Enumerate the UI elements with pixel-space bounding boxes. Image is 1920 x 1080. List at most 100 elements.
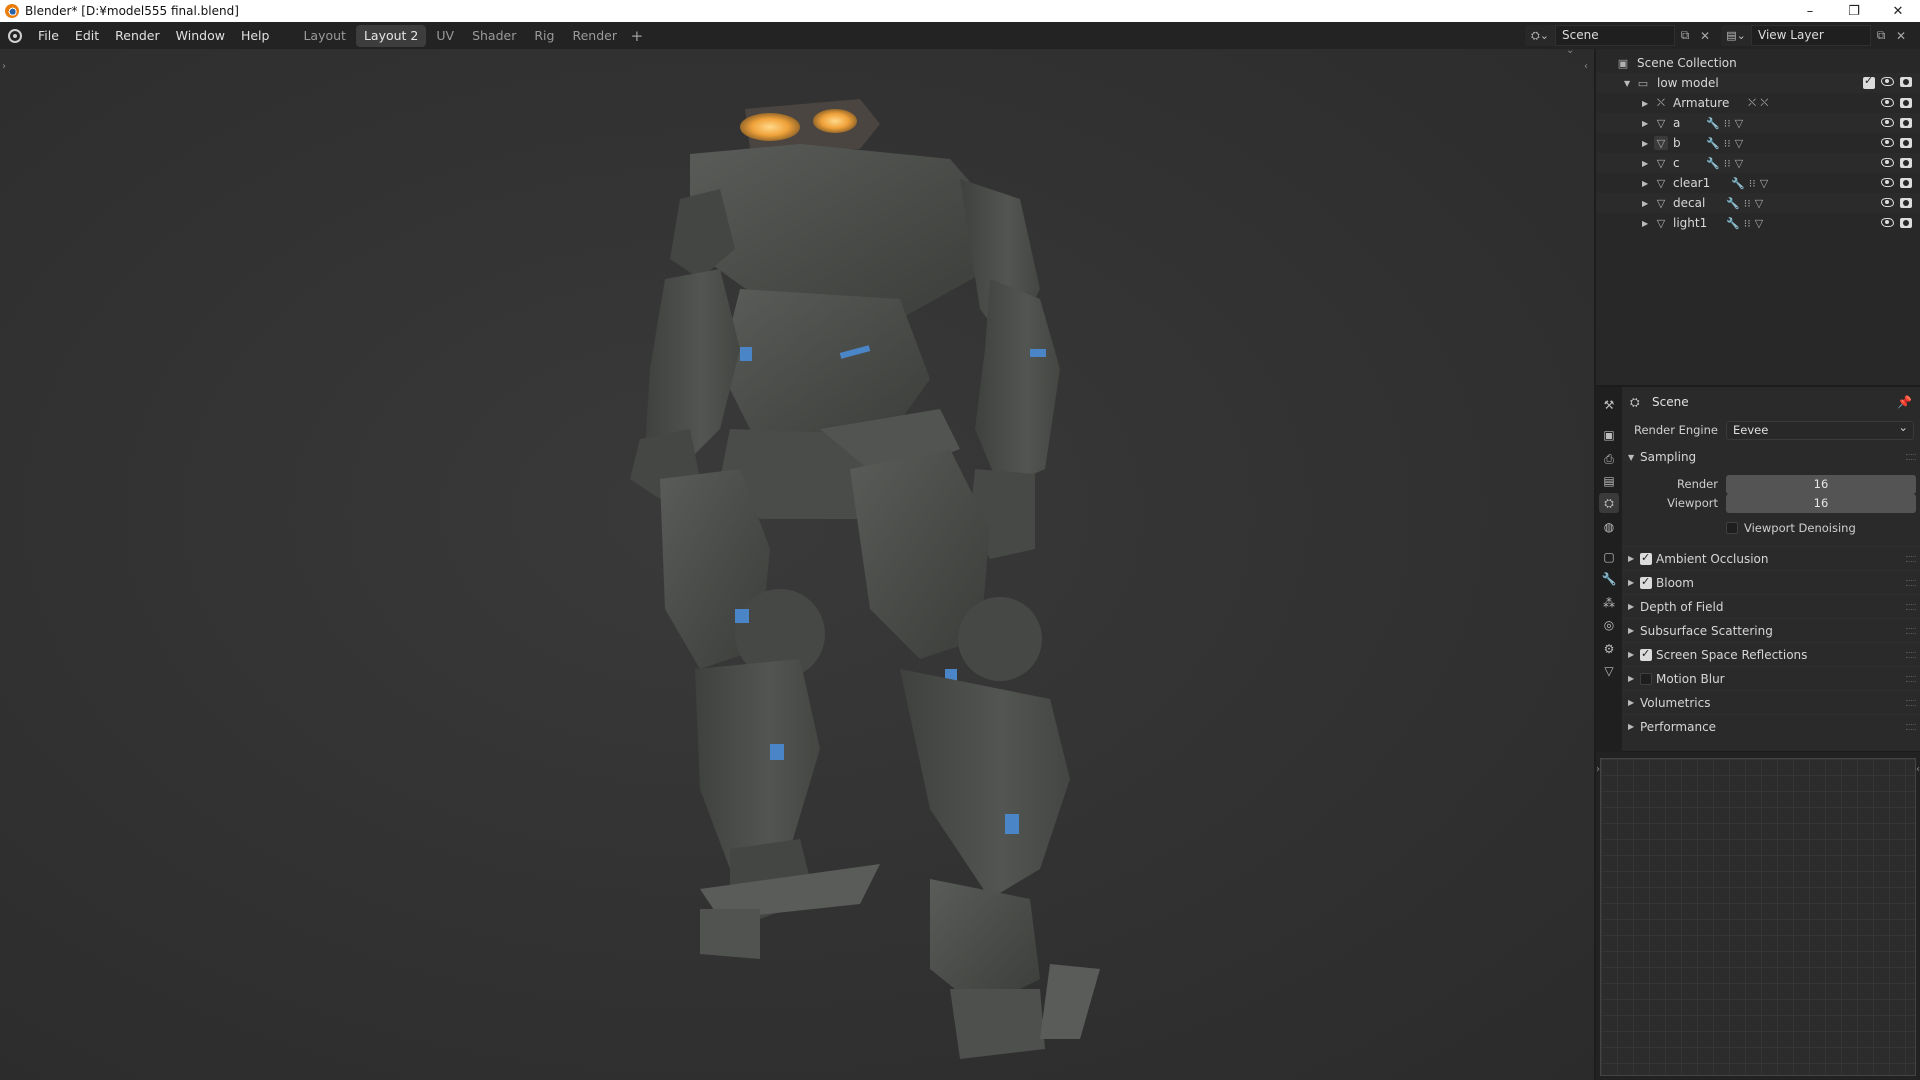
expand-triangle-icon[interactable]: ▶ (1628, 626, 1634, 635)
editor-grid[interactable] (1600, 758, 1916, 1076)
camera-icon[interactable] (1900, 158, 1912, 168)
menu-window[interactable]: Window (168, 25, 233, 47)
render-samples-field[interactable]: 16 (1726, 474, 1916, 494)
expand-triangle-icon[interactable]: ▶ (1642, 159, 1648, 168)
panel-grip-icon[interactable] (1906, 651, 1916, 658)
modifier-wrench-icon[interactable]: 🔧 (1599, 569, 1619, 589)
outliner-row-object[interactable]: ▶ ▽ light1 🔧 ⁝⁝ ▽ (1596, 213, 1920, 233)
new-scene-icon[interactable]: ⧉ (1675, 25, 1695, 46)
outliner-row-object[interactable]: ▶ ▽ c 🔧 ⁝⁝ ▽ (1596, 153, 1920, 173)
vertex-groups-icon[interactable]: ⁝⁝ (1724, 137, 1731, 150)
camera-icon[interactable] (1900, 198, 1912, 208)
render-tab-icon[interactable]: ▣ (1599, 425, 1619, 445)
pose-icon[interactable]: ⛌ (1748, 96, 1756, 110)
expand-triangle-icon[interactable]: ▶ (1628, 674, 1634, 683)
minimize-button[interactable]: – (1788, 0, 1832, 22)
restore-button[interactable]: ❐ (1832, 0, 1876, 22)
expand-triangle-icon[interactable]: ▶ (1642, 179, 1648, 188)
outliner-row-object[interactable]: ▶ ▽ decal 🔧 ⁝⁝ ▽ (1596, 193, 1920, 213)
menu-render[interactable]: Render (107, 25, 168, 47)
panel-grip-icon[interactable] (1906, 555, 1916, 562)
image-editor[interactable]: › ‹ (1596, 752, 1920, 1080)
outliner-row-collection[interactable]: ▼ ▭ low model (1596, 73, 1920, 93)
viewport-samples-field[interactable]: 16 (1726, 493, 1916, 513)
outliner-row-object[interactable]: ▶ ▽ a 🔧 ⁝⁝ ▽ (1596, 113, 1920, 133)
tool-tab-icon[interactable]: ⚒ (1599, 395, 1619, 415)
expand-triangle-icon[interactable]: ▼ (1624, 79, 1630, 88)
panel-grip-icon[interactable] (1906, 699, 1916, 706)
scene-name-field[interactable]: Scene (1555, 25, 1675, 46)
panel-motion-blur[interactable]: ▶ Motion Blur (1622, 666, 1920, 690)
panel-depth-of-field[interactable]: ▶ Depth of Field (1622, 594, 1920, 618)
wrench-icon[interactable]: 🔧 (1726, 197, 1740, 210)
mesh-data-icon[interactable]: ▽ (1735, 117, 1743, 130)
vertex-groups-icon[interactable]: ⁝⁝ (1744, 217, 1751, 230)
mesh-data-icon[interactable]: ▽ (1755, 197, 1763, 210)
particles-tab-icon[interactable]: ⁂ (1599, 593, 1619, 613)
panel-bloom[interactable]: ▶ Bloom (1622, 570, 1920, 594)
expand-triangle-icon[interactable]: ▶ (1628, 602, 1634, 611)
world-tab-icon[interactable]: ◍ (1599, 517, 1619, 537)
panel-ambient-occlusion[interactable]: ▶ Ambient Occlusion (1622, 546, 1920, 570)
constraints-tab-icon[interactable]: ⚙ (1599, 639, 1619, 659)
panel-grip-icon[interactable] (1906, 454, 1916, 460)
panel-grip-icon[interactable] (1906, 579, 1916, 586)
outliner-row-object[interactable]: ▶ ▽ clear1 🔧 ⁝⁝ ▽ (1596, 173, 1920, 193)
camera-icon[interactable] (1900, 218, 1912, 228)
tab-shader[interactable]: Shader (464, 25, 524, 47)
view-layer-field[interactable]: View Layer (1751, 25, 1871, 46)
eye-icon[interactable] (1881, 138, 1894, 147)
menu-help[interactable]: Help (233, 25, 278, 47)
exclude-checkbox[interactable] (1863, 74, 1875, 89)
panel-grip-icon[interactable] (1906, 723, 1916, 730)
expand-triangle-icon[interactable]: ▶ (1642, 139, 1648, 148)
render-engine-dropdown[interactable]: Eevee (1726, 419, 1914, 440)
data-tab-icon[interactable]: ▽ (1599, 661, 1619, 681)
collapse-triangle-icon[interactable]: ▼ (1628, 453, 1634, 462)
vertex-groups-icon[interactable]: ⁝⁝ (1744, 197, 1751, 210)
mesh-data-icon[interactable]: ▽ (1735, 157, 1743, 170)
tab-rig[interactable]: Rig (526, 25, 562, 47)
menu-file[interactable]: File (30, 25, 67, 47)
vertex-groups-icon[interactable]: ⁝⁝ (1724, 117, 1731, 130)
camera-icon[interactable] (1900, 178, 1912, 188)
motion-blur-checkbox[interactable] (1640, 672, 1652, 685)
panel-grip-icon[interactable] (1906, 627, 1916, 634)
wrench-icon[interactable]: 🔧 (1731, 177, 1745, 190)
pin-icon[interactable]: 📌 (1897, 395, 1912, 409)
mesh-data-icon[interactable]: ▽ (1760, 177, 1768, 190)
expand-triangle-icon[interactable]: ▶ (1642, 99, 1648, 108)
wrench-icon[interactable]: 🔧 (1726, 217, 1740, 230)
expand-triangle-icon[interactable]: ▶ (1628, 698, 1634, 707)
tab-uv[interactable]: UV (428, 25, 462, 47)
output-tab-icon[interactable]: ⎙ (1599, 449, 1619, 469)
scene-browse-icon[interactable]: ⛭⌄ (1525, 25, 1555, 46)
toolbar-expand-icon[interactable]: › (1596, 764, 1600, 775)
vertex-groups-icon[interactable]: ⁝⁝ (1749, 177, 1756, 190)
expand-triangle-icon[interactable]: ▶ (1642, 119, 1648, 128)
viewport-denoising-checkbox[interactable] (1726, 522, 1738, 534)
eye-icon[interactable] (1881, 98, 1894, 107)
outliner-row-object[interactable]: ▶ ▽ b 🔧 ⁝⁝ ▽ (1596, 133, 1920, 153)
ambient-occlusion-checkbox[interactable] (1640, 551, 1652, 565)
tab-layout-2[interactable]: Layout 2 (355, 24, 427, 47)
outliner-row-scene-collection[interactable]: ▣ Scene Collection (1596, 53, 1920, 73)
3d-viewport[interactable]: › ‹ ⌄ (0, 49, 1594, 1080)
wrench-icon[interactable]: 🔧 (1706, 137, 1720, 150)
delete-view-layer-icon[interactable]: ✕ (1891, 25, 1911, 46)
sampling-panel-header[interactable]: ▼ Sampling (1622, 445, 1920, 469)
tab-layout[interactable]: Layout (295, 25, 354, 47)
bloom-checkbox[interactable] (1640, 575, 1652, 589)
scene-tab-icon[interactable]: ⛭ (1599, 493, 1619, 513)
menu-edit[interactable]: Edit (67, 25, 107, 47)
camera-icon[interactable] (1900, 77, 1912, 87)
delete-scene-icon[interactable]: ✕ (1695, 25, 1715, 46)
expand-triangle-icon[interactable]: ▶ (1642, 199, 1648, 208)
camera-icon[interactable] (1900, 118, 1912, 128)
object-tab-icon[interactable]: ▢ (1599, 547, 1619, 567)
screen-space-reflections-checkbox[interactable] (1640, 647, 1652, 661)
wrench-icon[interactable]: 🔧 (1706, 117, 1720, 130)
panel-subsurface-scattering[interactable]: ▶ Subsurface Scattering (1622, 618, 1920, 642)
expand-triangle-icon[interactable]: ▶ (1628, 578, 1634, 587)
mesh-data-icon[interactable]: ▽ (1755, 217, 1763, 230)
